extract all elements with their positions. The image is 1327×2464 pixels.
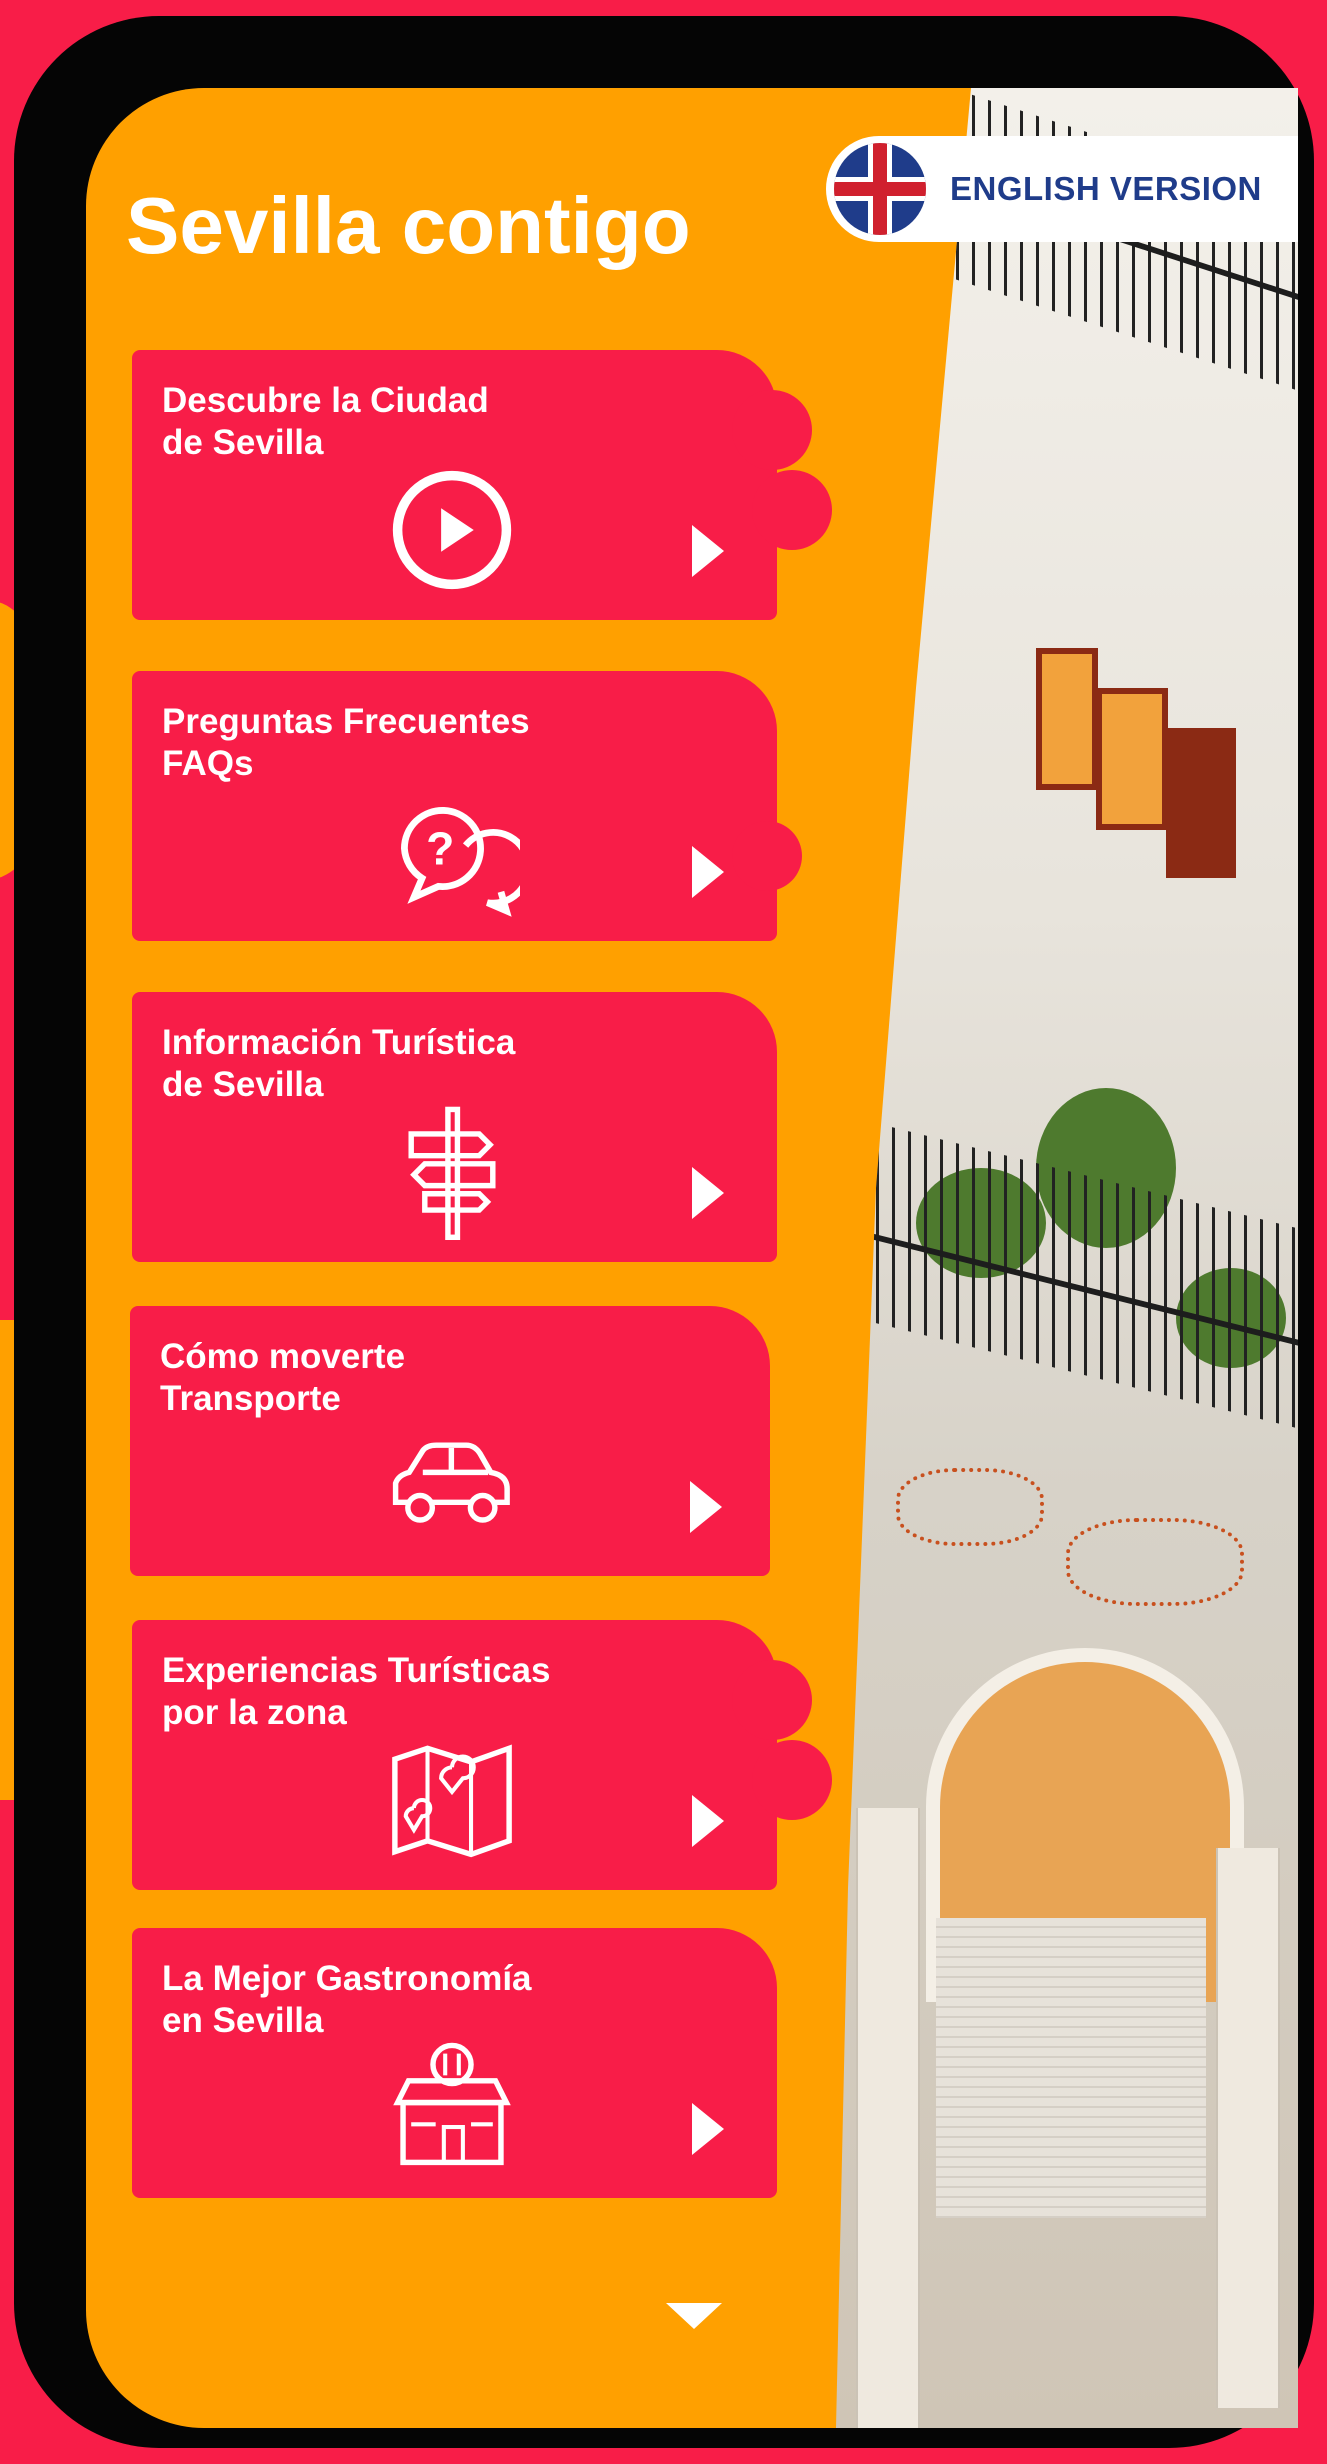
menu-card-discover[interactable]: Descubre la Ciudad de Sevilla: [132, 350, 832, 620]
app-screen: ENGLISH VERSION Sevilla contigo Descubre…: [86, 88, 1298, 2428]
menu-card-gastronomy[interactable]: La Mejor Gastronomía en Sevilla: [132, 1928, 777, 2198]
chevron-right-icon: [692, 1167, 724, 1219]
chevron-right-icon: [692, 525, 724, 577]
menu-card-label: Experiencias Turísticas por la zona: [162, 1651, 551, 1732]
car-icon: [392, 1442, 510, 1523]
chevron-right-icon: [690, 1481, 722, 1533]
chevron-down-icon[interactable]: [666, 2303, 722, 2329]
svg-text:?: ?: [426, 823, 454, 875]
map-pin-icon: [392, 1744, 512, 1858]
english-version-button[interactable]: ENGLISH VERSION: [826, 136, 1298, 242]
app-title: Sevilla contigo: [126, 181, 691, 270]
sevilla-building-photo: [836, 88, 1298, 2428]
menu-card-faqs[interactable]: Preguntas Frecuentes FAQs ?: [132, 671, 802, 941]
menu-card-tourist-info[interactable]: Información Turística de Sevilla: [132, 992, 777, 1262]
question-chat-icon: ?: [400, 807, 520, 917]
uk-flag-icon: [834, 143, 926, 235]
chevron-right-icon: [692, 2103, 724, 2155]
restaurant-icon: [393, 2042, 511, 2166]
background-decoration: [0, 1320, 14, 1800]
menu-card-label: Cómo moverte Transporte: [160, 1337, 406, 1418]
menu-card-label: Información Turística de Sevilla: [162, 1023, 516, 1104]
menu-card-transport[interactable]: Cómo moverte Transporte: [130, 1306, 770, 1576]
menu-card-experiences[interactable]: Experiencias Turísticas por la zona: [132, 1620, 832, 1890]
chevron-right-icon: [692, 1795, 724, 1847]
menu-card-label: Preguntas Frecuentes FAQs: [162, 702, 530, 783]
chevron-right-icon: [692, 846, 724, 898]
language-button-label: ENGLISH VERSION: [950, 170, 1262, 207]
signpost-icon: [408, 1106, 496, 1240]
play-circle-icon: [392, 470, 512, 590]
menu-card-label: Descubre la Ciudad de Sevilla: [162, 381, 489, 462]
phone-frame: ENGLISH VERSION Sevilla contigo Descubre…: [14, 16, 1314, 2448]
menu-card-label: La Mejor Gastronomía en Sevilla: [162, 1959, 532, 2040]
